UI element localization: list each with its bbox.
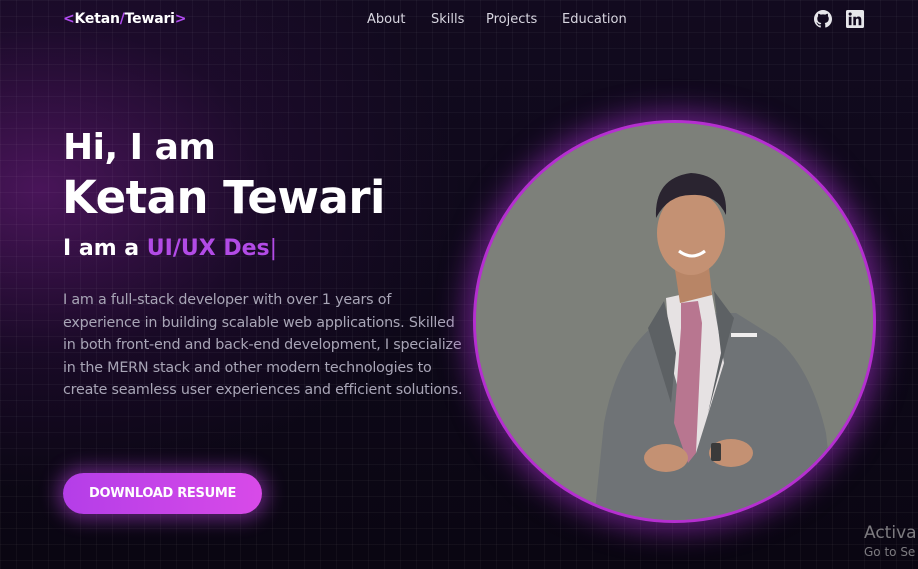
navbar: <Ketan/Tewari> About Skills Projects Edu… [0, 0, 918, 40]
nav-link-education[interactable]: Education [562, 12, 627, 27]
nav-link-about[interactable]: About [367, 12, 405, 27]
profile-photo-illustration [476, 123, 873, 520]
profile-photo [473, 120, 876, 523]
download-resume-button[interactable]: DOWNLOAD RESUME [63, 473, 262, 514]
social-links [814, 10, 864, 28]
nav-link-projects[interactable]: Projects [486, 12, 537, 27]
hero-role-typed: UI/UX Des [146, 236, 270, 261]
activation-watermark: Activa Go to Se [864, 522, 917, 560]
portfolio-page: <Ketan/Tewari> About Skills Projects Edu… [0, 0, 918, 569]
github-icon[interactable] [814, 10, 832, 28]
watermark-subtitle: Go to Se [864, 545, 916, 559]
hero-role-prefix: I am a [63, 236, 147, 261]
hero-role: I am a UI/UX Des| [63, 234, 277, 264]
typing-cursor: | [269, 236, 278, 261]
nav-link-skills[interactable]: Skills [431, 12, 464, 27]
logo-open-bracket: < [63, 11, 75, 27]
watermark-title: Activa [864, 523, 917, 543]
logo[interactable]: <Ketan/Tewari> [63, 11, 186, 27]
hero-name: Ketan Tewari [62, 171, 385, 224]
hero-description: I am a full-stack developer with over 1 … [63, 292, 463, 399]
logo-close-bracket: > [174, 11, 187, 27]
logo-last-name: Tewari [124, 11, 175, 27]
logo-first-name: Ketan [74, 11, 120, 27]
hero-greeting: Hi, I am [63, 127, 216, 168]
linkedin-icon[interactable] [846, 10, 864, 28]
